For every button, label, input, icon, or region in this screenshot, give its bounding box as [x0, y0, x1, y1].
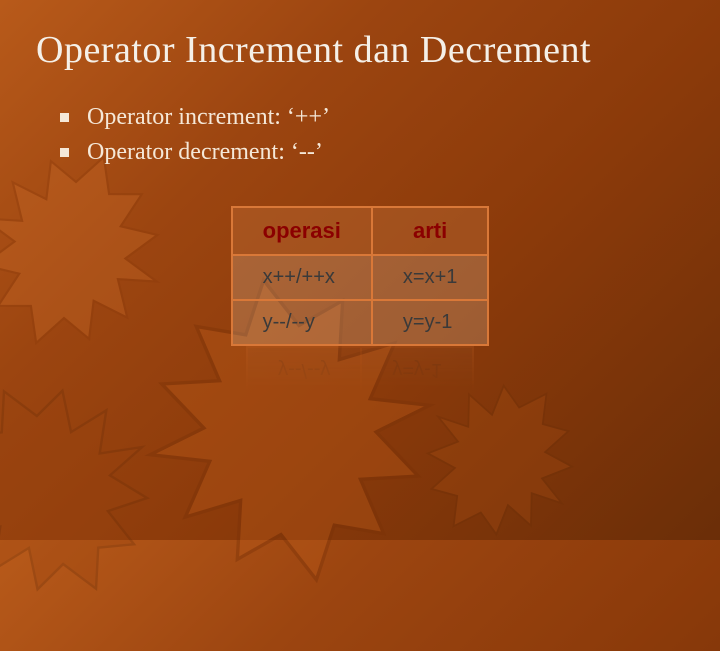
slide-title: Operator Increment dan Decrement: [36, 28, 684, 72]
bullet-text: Operator decrement: ‘--’: [87, 139, 323, 166]
operator-table: operasi arti x++/++x x=x+1 y--/--y y=y-1: [231, 206, 490, 346]
bullet-text: Operator increment: ‘++’: [87, 104, 330, 131]
table-cell: y=y-1: [372, 300, 488, 345]
table-header-arti: arti: [372, 207, 488, 255]
list-item: Operator increment: ‘++’: [60, 104, 684, 131]
list-item: Operator decrement: ‘--’: [60, 139, 684, 166]
table-cell: x=x+1: [372, 255, 488, 300]
table-cell: y--/--y: [232, 300, 372, 345]
bullet-icon: [60, 148, 69, 157]
table-reflection: y--/--y y=y-1: [36, 346, 684, 396]
table-cell: x++/++x: [232, 255, 372, 300]
bullet-list: Operator increment: ‘++’ Operator decrem…: [60, 104, 684, 166]
bullet-icon: [60, 113, 69, 122]
table-row: y--/--y y=y-1: [232, 300, 489, 345]
table-row: x++/++x x=x+1: [232, 255, 489, 300]
table-header-operasi: operasi: [232, 207, 372, 255]
